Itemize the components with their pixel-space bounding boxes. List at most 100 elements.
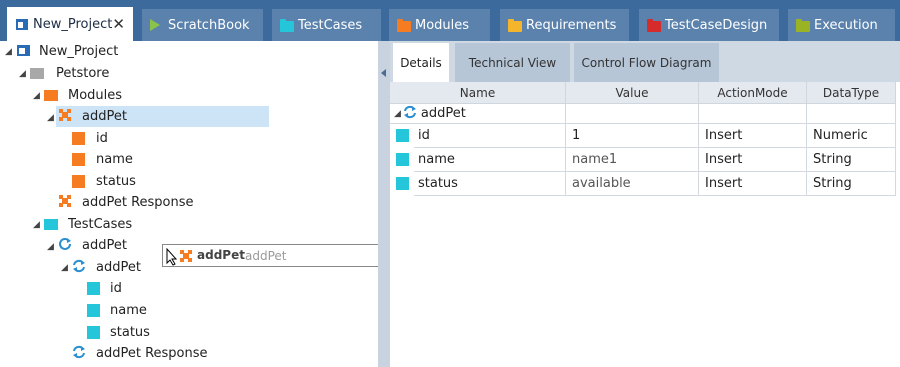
table-row-name-cell[interactable]: id (396, 124, 566, 148)
tree-node-modules[interactable]: Modules (44, 85, 122, 106)
play-icon (150, 19, 160, 35)
collapse-arrow-icon[interactable]: ◢ (19, 70, 27, 79)
tab-label: Requirements (526, 17, 617, 33)
tree-node-testcase-addpet[interactable]: addPet (58, 235, 127, 256)
cell-datatype[interactable]: String (807, 172, 896, 196)
collapse-arrow-icon[interactable]: ◢ (5, 48, 13, 57)
tree-node-project[interactable]: New_Project (16, 41, 118, 62)
tab-control-flow-diagram[interactable]: Control Flow Diagram (574, 43, 719, 82)
tree-node-module-addpet[interactable]: addPet (56, 106, 269, 127)
project-icon (16, 43, 31, 61)
tab-requirements[interactable]: Requirements (500, 9, 629, 41)
folder-icon (397, 19, 411, 32)
cell-name: id (418, 128, 430, 143)
tree-node-value-status[interactable]: status (87, 322, 150, 343)
cell-datatype[interactable]: Numeric (807, 124, 896, 148)
tree-node-teststep-addpet[interactable]: addPet (72, 257, 141, 278)
tree-label: TestCases (68, 217, 133, 232)
tree-label: addPet (82, 109, 127, 124)
cell-value[interactable]: name1 (566, 148, 699, 172)
cell-actionmode[interactable]: Insert (699, 172, 807, 196)
tab-label: TestCaseDesign (665, 17, 768, 33)
collapse-arrow-icon[interactable]: ◢ (47, 243, 55, 252)
tab-testcasedesign[interactable]: TestCaseDesign (639, 9, 779, 41)
tab-label: Execution (814, 17, 878, 33)
cell-empty (807, 104, 896, 124)
table-row-name-cell[interactable]: name (396, 148, 566, 172)
value-icon (87, 326, 100, 339)
value-icon (87, 304, 100, 317)
panel-splitter[interactable] (378, 41, 390, 367)
module-icon (58, 194, 72, 212)
tree-node-teststep-response[interactable]: addPet Response (72, 343, 208, 364)
drag-label: addPet (197, 248, 245, 262)
value-icon (396, 129, 409, 142)
collapse-arrow-icon[interactable]: ◢ (61, 264, 69, 273)
collapse-left-icon[interactable] (381, 69, 386, 77)
tab-label: TestCases (298, 17, 363, 33)
collapse-arrow-icon[interactable]: ◢ (394, 109, 401, 119)
tab-technical-view[interactable]: Technical View (455, 43, 570, 82)
attribute-icon (72, 175, 85, 188)
tree-label: Modules (68, 88, 123, 103)
tree-label: name (96, 152, 133, 167)
tab-modules[interactable]: Modules (389, 9, 490, 41)
tree-node-value-name[interactable]: name (87, 300, 147, 321)
tree-label: name (110, 303, 147, 318)
tree-node-value-id[interactable]: id (87, 278, 122, 299)
cell-datatype[interactable]: String (807, 148, 896, 172)
collapse-arrow-icon[interactable]: ◢ (47, 114, 55, 123)
module-icon (58, 108, 72, 126)
cursor-icon (166, 247, 178, 270)
tab-testcases[interactable]: TestCases (272, 9, 381, 41)
tab-details[interactable]: Details (393, 43, 449, 82)
tree-node-attribute-name[interactable]: name (72, 149, 133, 170)
tree-label: Petstore (56, 66, 110, 81)
module-icon (179, 249, 193, 267)
attribute-icon (72, 132, 85, 145)
tree-label: id (110, 281, 122, 296)
column-header-name[interactable]: Name (390, 82, 566, 104)
tree-label: addPet Response (96, 346, 208, 361)
attribute-icon (72, 153, 85, 166)
tree-node-attribute-status[interactable]: status (72, 171, 136, 192)
tree-label: addPet (82, 238, 127, 253)
folder-icon (796, 19, 810, 32)
testcase-icon (58, 237, 72, 255)
project-icon (15, 17, 29, 35)
details-panel: Details Technical View Control Flow Diag… (390, 41, 900, 367)
tab-execution[interactable]: Execution (788, 9, 895, 41)
tab-new-project[interactable]: New_Project ✕ (7, 7, 133, 41)
tab-scratchbook[interactable]: ScratchBook (142, 9, 263, 41)
table-row-name-cell[interactable]: status (396, 172, 566, 196)
collapse-arrow-icon[interactable]: ◢ (33, 221, 41, 230)
tree-node-attribute-id[interactable]: id (72, 128, 108, 149)
collapse-arrow-icon[interactable]: ◢ (33, 92, 41, 101)
close-icon[interactable]: ✕ (112, 15, 125, 33)
value-icon (87, 282, 100, 295)
column-header-value[interactable]: Value (566, 82, 699, 104)
tab-label: Modules (415, 17, 470, 33)
cell-empty (566, 104, 699, 124)
cell-value[interactable]: available (566, 172, 699, 196)
tree-label: New_Project (39, 44, 119, 59)
tree-node-petstore[interactable]: Petstore (30, 63, 109, 84)
table-row-group[interactable]: ◢ addPet (390, 104, 566, 124)
column-header-actionmode[interactable]: ActionMode (699, 82, 807, 104)
folder-icon (30, 68, 44, 79)
tree-node-testcases[interactable]: TestCases (44, 214, 132, 235)
workspace-tab-bar: New_Project ✕ ScratchBook TestCases Modu… (0, 0, 900, 41)
column-header-datatype[interactable]: DataType (807, 82, 896, 104)
group-label: addPet (420, 106, 466, 121)
value-icon (396, 177, 409, 190)
teststep-icon (72, 259, 86, 277)
cell-actionmode[interactable]: Insert (699, 148, 807, 172)
tree-label: id (96, 131, 108, 146)
folder-icon (280, 19, 294, 32)
value-icon (396, 153, 409, 166)
cell-actionmode[interactable]: Insert (699, 124, 807, 148)
tree-node-module-response[interactable]: addPet Response (58, 192, 194, 213)
folder-icon (44, 90, 58, 101)
cell-value[interactable]: 1 (566, 124, 699, 148)
folder-icon (508, 19, 522, 32)
